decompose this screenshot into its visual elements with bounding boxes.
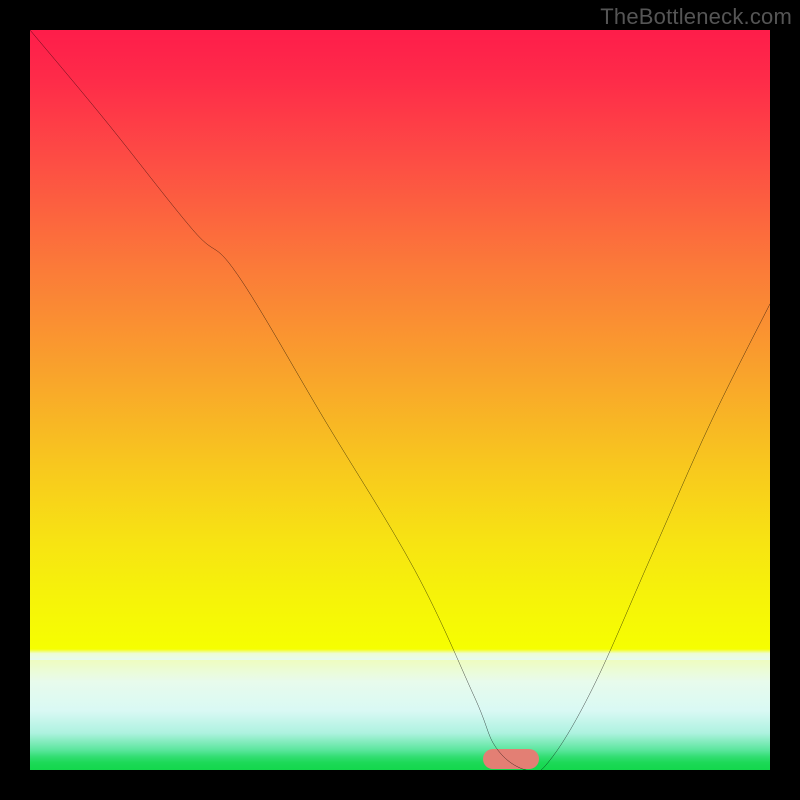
watermark-text: TheBottleneck.com [600, 4, 792, 30]
chart-frame: TheBottleneck.com [0, 0, 800, 800]
curve-path [30, 30, 770, 770]
plot-area [30, 30, 770, 770]
bottleneck-curve [30, 30, 770, 770]
